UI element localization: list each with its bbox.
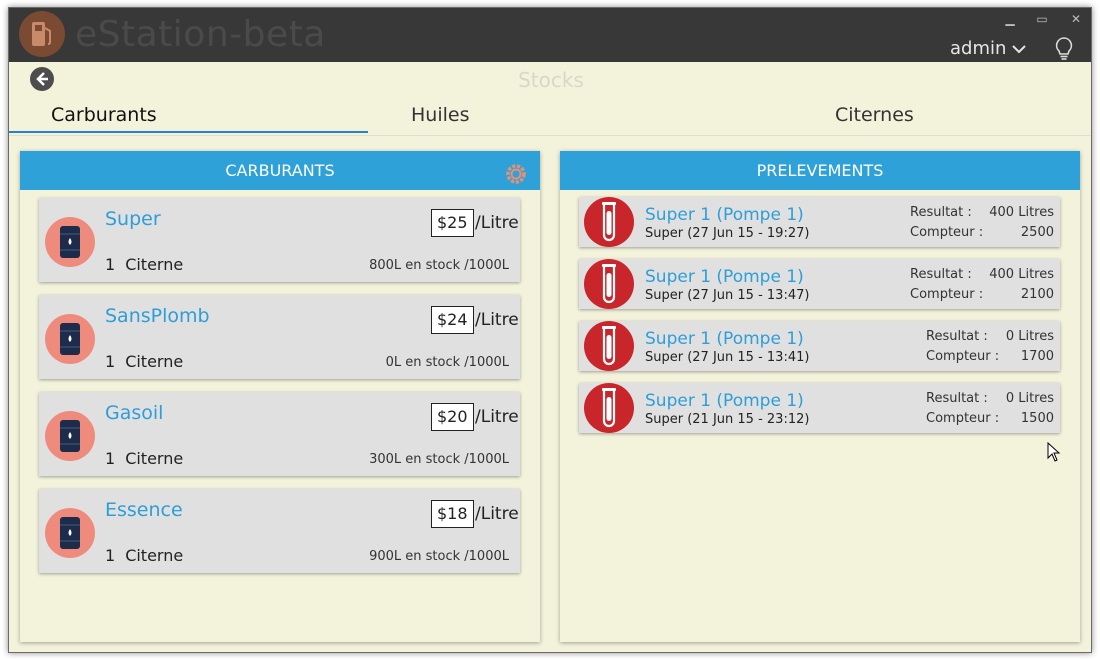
fuel-card-super[interactable]: Super $25 /Litre 1 Citerne 800L en stock … (39, 198, 520, 282)
compteur-value: 2100 (1020, 287, 1054, 302)
tab-carburants[interactable]: Carburants (9, 100, 368, 133)
fuel-name: Gasoil (105, 402, 164, 424)
resultat-value: 400 Litres (989, 205, 1054, 220)
carburants-header: CARBURANTS (20, 151, 540, 190)
resultat-label: Resultat : (926, 391, 988, 406)
fuel-card-gasoil[interactable]: Gasoil $20 /Litre 1 Citerne 300L en stock… (39, 392, 520, 476)
citerne-count: 1 Citerne (105, 546, 184, 565)
compteur-label: Compteur : (926, 349, 1000, 364)
resultat-label: Resultat : (910, 267, 972, 282)
resultat-value: 400 Litres (989, 267, 1054, 282)
app-title: eStation-beta (75, 14, 326, 55)
app-window: eStation-beta ▁ ▭ ✕ admin Stocks Carbura… (8, 7, 1092, 653)
page-title: Stocks (518, 68, 584, 92)
oil-barrel-icon (45, 314, 95, 364)
resultat-value: 0 Litres (1005, 329, 1054, 344)
prelevement-card[interactable]: Super 1 (Pompe 1) Super (21 Jun 15 - 23:… (579, 383, 1060, 433)
prelevement-subtitle: Super (27 Jun 15 - 19:27) (645, 226, 810, 241)
price-unit: /Litre (475, 213, 519, 233)
fuel-name: SansPlomb (105, 305, 210, 327)
price-input[interactable]: $20 (431, 403, 474, 431)
price-input[interactable]: $24 (431, 306, 474, 334)
prelevement-title: Super 1 (Pompe 1) (645, 391, 804, 411)
oil-barrel-icon (45, 217, 95, 267)
prelevement-subtitle: Super (21 Jun 15 - 23:12) (645, 412, 810, 427)
stock-level: 0L en stock /1000L (385, 355, 509, 370)
maximize-button[interactable]: ▭ (1033, 11, 1051, 27)
compteur-label: Compteur : (910, 225, 984, 240)
fuel-pump-icon (19, 11, 65, 57)
stock-level: 300L en stock /1000L (369, 452, 509, 467)
compteur-value: 1700 (1020, 349, 1054, 364)
fuel-card-sansplomb[interactable]: SansPlomb $24 /Litre 1 Citerne 0L en stoc… (39, 295, 520, 379)
chevron-down-icon (1012, 38, 1027, 59)
compteur-value: 1500 (1020, 411, 1054, 426)
test-tube-icon (584, 321, 634, 371)
price-unit: /Litre (475, 504, 519, 524)
tab-bar: Carburants Huiles Citernes (9, 100, 1091, 136)
close-button[interactable]: ✕ (1067, 11, 1085, 27)
tab-citernes[interactable]: Citernes (835, 100, 914, 133)
carburants-panel: CARBURANTS Super $25 /Litre 1 Citerne 800… (20, 151, 540, 642)
citerne-count: 1 Citerne (105, 255, 184, 274)
resultat-label: Resultat : (926, 329, 988, 344)
resultat-value: 0 Litres (1005, 391, 1054, 406)
citerne-count: 1 Citerne (105, 352, 184, 371)
prelevement-title: Super 1 (Pompe 1) (645, 267, 804, 287)
prelevement-title: Super 1 (Pompe 1) (645, 205, 804, 225)
prelevements-panel: PRELEVEMENTS Super 1 (Pompe 1) Super (27… (560, 151, 1080, 642)
prelevement-subtitle: Super (27 Jun 15 - 13:47) (645, 288, 810, 303)
oil-barrel-icon (45, 411, 95, 461)
compteur-value: 2500 (1020, 225, 1054, 240)
oil-barrel-icon (45, 508, 95, 558)
compteur-label: Compteur : (926, 411, 1000, 426)
price-input[interactable]: $18 (431, 500, 474, 528)
prelevement-card[interactable]: Super 1 (Pompe 1) Super (27 Jun 15 - 13:… (579, 259, 1060, 309)
fuel-card-essence[interactable]: Essence $18 /Litre 1 Citerne 900L en stoc… (39, 489, 520, 573)
user-name: admin (950, 38, 1007, 59)
fuel-name: Essence (105, 499, 183, 521)
prelevement-subtitle: Super (27 Jun 15 - 13:41) (645, 350, 810, 365)
prelevements-header-title: PRELEVEMENTS (756, 161, 884, 180)
prelevements-header: PRELEVEMENTS (560, 151, 1080, 190)
test-tube-icon (584, 383, 634, 433)
prelevement-card[interactable]: Super 1 (Pompe 1) Super (27 Jun 15 - 19:… (579, 197, 1060, 247)
test-tube-icon (584, 197, 634, 247)
tab-huiles[interactable]: Huiles (411, 100, 469, 133)
user-menu[interactable]: admin (950, 38, 1027, 59)
price-input[interactable]: $25 (431, 209, 474, 237)
resultat-label: Resultat : (910, 205, 972, 220)
test-tube-icon (584, 259, 634, 309)
gear-icon[interactable] (505, 160, 527, 199)
price-unit: /Litre (475, 407, 519, 427)
prelevement-title: Super 1 (Pompe 1) (645, 329, 804, 349)
compteur-label: Compteur : (910, 287, 984, 302)
title-bar: eStation-beta ▁ ▭ ✕ admin (9, 8, 1091, 62)
price-unit: /Litre (475, 310, 519, 330)
prelevement-card[interactable]: Super 1 (Pompe 1) Super (27 Jun 15 - 13:… (579, 321, 1060, 371)
citerne-count: 1 Citerne (105, 449, 184, 468)
fuel-name: Super (105, 208, 161, 230)
mouse-cursor-icon (1047, 441, 1061, 466)
carburants-header-title: CARBURANTS (225, 161, 335, 180)
stock-level: 900L en stock /1000L (369, 549, 509, 564)
lightbulb-icon[interactable] (1055, 37, 1073, 65)
stock-level: 800L en stock /1000L (369, 258, 509, 273)
minimize-button[interactable]: ▁ (1001, 11, 1019, 27)
